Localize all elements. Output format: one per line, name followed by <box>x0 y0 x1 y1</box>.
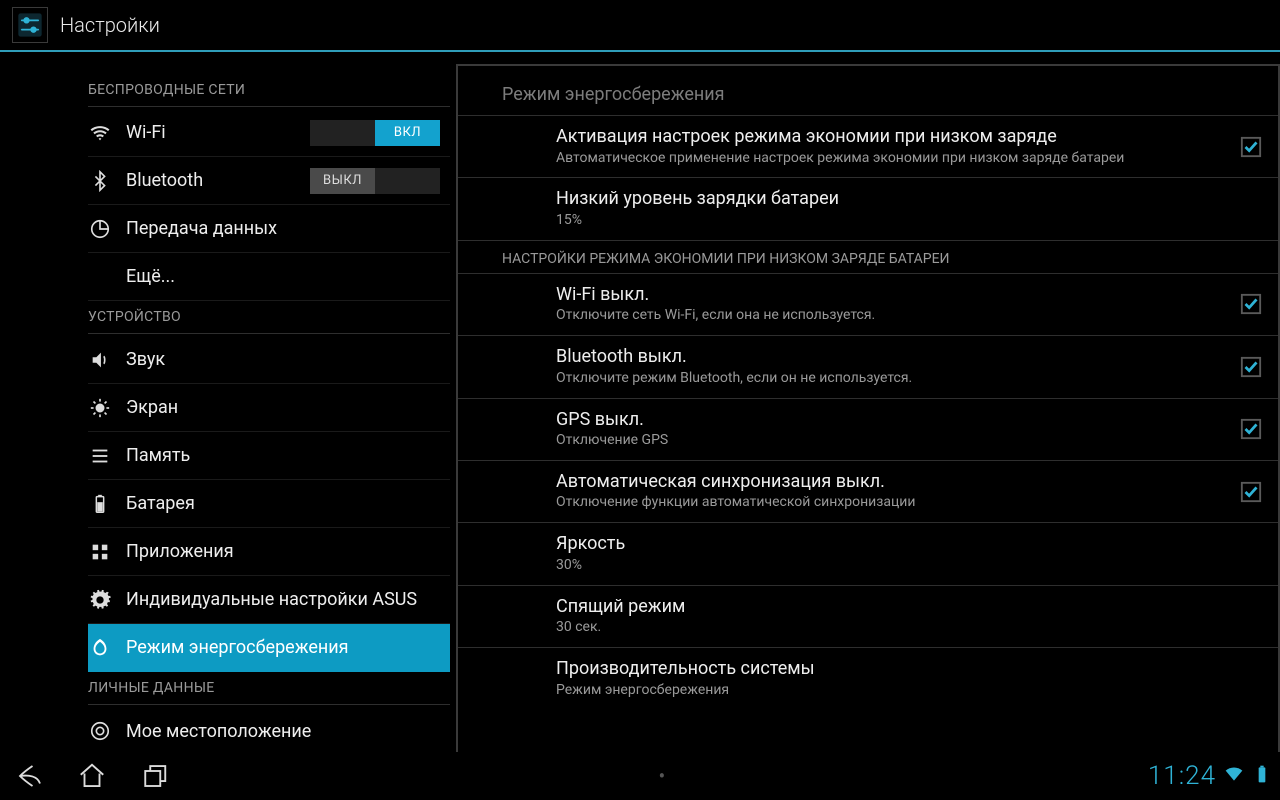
pref-summary: 15% <box>556 211 1250 230</box>
sidebar-item-wifi[interactable]: Wi-Fi ВКЛ <box>88 109 450 157</box>
sidebar-item-label: Ещё... <box>126 266 440 287</box>
sidebar-item-label: Мое местоположение <box>126 721 440 742</box>
checkbox-checked-icon[interactable] <box>1240 136 1262 158</box>
wifi-icon <box>88 121 112 145</box>
bluetooth-toggle[interactable]: ВЫКЛ <box>310 168 440 194</box>
pref-gps-off[interactable]: GPS выкл. Отключение GPS <box>458 399 1278 461</box>
settings-icon <box>12 7 48 43</box>
pref-brightness[interactable]: Яркость 30% <box>458 523 1278 585</box>
sidebar-item-power-saving[interactable]: Режим энергосбережения <box>88 624 450 672</box>
pref-summary: Режим энергосбережения <box>556 681 1250 700</box>
checkbox-checked-icon[interactable] <box>1240 293 1262 315</box>
data-usage-icon <box>88 217 112 241</box>
back-button[interactable] <box>8 758 52 794</box>
system-bar: • 11:24 <box>0 752 1280 800</box>
pref-summary: 30 сек. <box>556 618 1250 637</box>
pref-summary: Отключение функции автоматической синхро… <box>556 493 1228 512</box>
detail-title: Режим энергосбережения <box>458 66 1278 116</box>
sidebar-item-label: Память <box>126 445 440 466</box>
sidebar-item-display[interactable]: Экран <box>88 384 450 432</box>
settings-sidebar: БЕСПРОВОДНЫЕ СЕТИ Wi-Fi ВКЛ Bluetooth ВЫ… <box>0 54 450 752</box>
sidebar-item-label: Экран <box>126 397 440 418</box>
wifi-toggle[interactable]: ВКЛ <box>310 120 440 146</box>
status-dot: • <box>176 764 1148 788</box>
sidebar-item-label: Передача данных <box>126 218 440 239</box>
section-wireless: БЕСПРОВОДНЫЕ СЕТИ <box>88 82 450 107</box>
sidebar-item-bluetooth[interactable]: Bluetooth ВЫКЛ <box>88 157 450 205</box>
gear-icon <box>88 588 112 612</box>
apps-icon <box>88 540 112 564</box>
pref-title: Автоматическая синхронизация выкл. <box>556 471 1228 494</box>
checkbox-checked-icon[interactable] <box>1240 356 1262 378</box>
bluetooth-icon <box>88 169 112 193</box>
clock: 11:24 <box>1148 761 1216 791</box>
sidebar-item-label: Приложения <box>126 541 440 562</box>
sidebar-item-label: Звук <box>126 349 440 370</box>
app-title: Настройки <box>60 13 160 37</box>
pref-low-level[interactable]: Низкий уровень зарядки батареи 15% <box>458 178 1278 240</box>
pref-title: Спящий режим <box>556 596 1250 619</box>
checkbox-checked-icon[interactable] <box>1240 481 1262 503</box>
pref-performance[interactable]: Производительность системы Режим энергос… <box>458 648 1278 709</box>
nav-buttons <box>8 758 176 794</box>
pref-activation[interactable]: Активация настроек режима экономии при н… <box>458 116 1278 178</box>
pref-title: Производительность системы <box>556 658 1250 681</box>
storage-icon <box>88 444 112 468</box>
pref-summary: Отключите режим Bluetooth, если он не ис… <box>556 369 1228 388</box>
sidebar-item-label: Индивидуальные настройки ASUS <box>126 589 440 610</box>
content-area: БЕСПРОВОДНЫЕ СЕТИ Wi-Fi ВКЛ Bluetooth ВЫ… <box>0 54 1280 752</box>
pref-title: Wi-Fi выкл. <box>556 284 1228 307</box>
pref-title: GPS выкл. <box>556 409 1228 432</box>
battery-status-icon <box>1252 764 1272 788</box>
sidebar-item-storage[interactable]: Память <box>88 432 450 480</box>
sidebar-item-battery[interactable]: Батарея <box>88 480 450 528</box>
pref-summary: Автоматическое применение настроек режим… <box>556 149 1228 168</box>
sidebar-item-label: Режим энергосбережения <box>126 637 440 658</box>
sound-icon <box>88 348 112 372</box>
recents-button[interactable] <box>132 758 176 794</box>
pref-title: Низкий уровень зарядки батареи <box>556 188 1250 211</box>
sidebar-item-asus[interactable]: Индивидуальные настройки ASUS <box>88 576 450 624</box>
pref-sync-off[interactable]: Автоматическая синхронизация выкл. Отклю… <box>458 461 1278 523</box>
detail-pane: Режим энергосбережения Активация настрое… <box>450 54 1280 752</box>
pref-title: Bluetooth выкл. <box>556 346 1228 369</box>
pref-sleep[interactable]: Спящий режим 30 сек. <box>458 586 1278 648</box>
display-icon <box>88 396 112 420</box>
sidebar-item-label: Wi-Fi <box>126 122 296 143</box>
location-icon <box>88 719 112 743</box>
detail-panel: Режим энергосбережения Активация настрое… <box>456 64 1280 752</box>
wifi-status-icon <box>1224 764 1244 788</box>
pref-wifi-off[interactable]: Wi-Fi выкл. Отключите сеть Wi-Fi, если о… <box>458 274 1278 336</box>
pref-summary: Отключение GPS <box>556 431 1228 450</box>
pref-title: Яркость <box>556 533 1250 556</box>
sidebar-item-more[interactable]: Ещё... <box>88 253 450 301</box>
sidebar-item-label: Bluetooth <box>126 170 296 191</box>
battery-icon <box>88 492 112 516</box>
section-personal: ЛИЧНЫЕ ДАННЫЕ <box>88 672 450 705</box>
sidebar-item-location[interactable]: Мое местоположение <box>88 707 450 752</box>
sidebar-item-apps[interactable]: Приложения <box>88 528 450 576</box>
checkbox-checked-icon[interactable] <box>1240 418 1262 440</box>
pref-bluetooth-off[interactable]: Bluetooth выкл. Отключите режим Bluetoot… <box>458 336 1278 398</box>
pref-title: Активация настроек режима экономии при н… <box>556 126 1228 149</box>
action-bar: Настройки <box>0 0 1280 52</box>
section-device: УСТРОЙСТВО <box>88 301 450 334</box>
status-area[interactable]: 11:24 <box>1148 761 1272 791</box>
pref-section-low-battery: НАСТРОЙКИ РЕЖИМА ЭКОНОМИИ ПРИ НИЗКОМ ЗАР… <box>458 241 1278 274</box>
pref-summary: 30% <box>556 556 1250 575</box>
sidebar-item-label: Батарея <box>126 493 440 514</box>
leaf-icon <box>88 636 112 660</box>
home-button[interactable] <box>70 758 114 794</box>
pref-summary: Отключите сеть Wi-Fi, если она не исполь… <box>556 306 1228 325</box>
sidebar-item-sound[interactable]: Звук <box>88 336 450 384</box>
sidebar-item-data[interactable]: Передача данных <box>88 205 450 253</box>
